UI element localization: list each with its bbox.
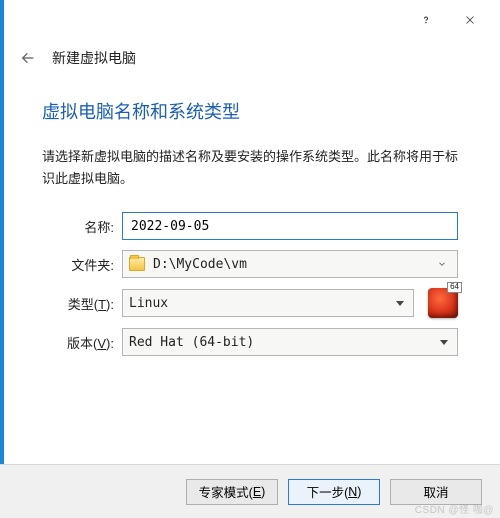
dropdown-triangle-icon bbox=[437, 340, 451, 345]
label-folder: 文件夹: bbox=[42, 255, 114, 274]
row-folder: 文件夹: D:\MyCode\vm bbox=[42, 250, 458, 278]
label-type: 类型(T): bbox=[42, 294, 114, 313]
expert-mode-button[interactable]: 专家模式(E) bbox=[186, 479, 278, 505]
wizard-header: 新建虚拟电脑 bbox=[0, 40, 500, 86]
version-select[interactable]: Red Hat (64-bit) bbox=[122, 328, 458, 356]
type-select[interactable]: Linux bbox=[122, 289, 414, 317]
back-button[interactable] bbox=[20, 50, 36, 66]
folder-icon bbox=[129, 257, 145, 271]
close-icon bbox=[464, 14, 476, 26]
folder-select[interactable]: D:\MyCode\vm bbox=[122, 250, 458, 278]
dropdown-triangle-icon bbox=[393, 301, 407, 306]
os-icon: 64 bbox=[428, 288, 458, 318]
next-button[interactable]: 下一步(N) bbox=[288, 479, 380, 505]
row-name: 名称: bbox=[42, 212, 458, 240]
version-value: Red Hat (64-bit) bbox=[129, 335, 254, 350]
chevron-down-icon bbox=[433, 259, 451, 269]
help-button[interactable] bbox=[404, 5, 448, 35]
close-button[interactable] bbox=[448, 5, 492, 35]
bit-badge: 64 bbox=[447, 282, 462, 293]
name-input[interactable] bbox=[122, 212, 458, 240]
row-version: 版本(V): Red Hat (64-bit) bbox=[42, 328, 458, 356]
section-title: 虚拟电脑名称和系统类型 bbox=[42, 98, 458, 124]
help-icon bbox=[420, 14, 432, 26]
window-left-accent bbox=[0, 0, 4, 518]
wizard-title: 新建虚拟电脑 bbox=[52, 48, 136, 68]
footer: 专家模式(E) 下一步(N) 取消 bbox=[0, 464, 500, 518]
back-arrow-icon bbox=[20, 50, 36, 66]
titlebar bbox=[0, 0, 500, 40]
cancel-button[interactable]: 取消 bbox=[390, 479, 482, 505]
type-value: Linux bbox=[129, 296, 168, 311]
label-version: 版本(V): bbox=[42, 333, 114, 352]
row-type: 类型(T): Linux 64 bbox=[42, 288, 458, 318]
content-area: 虚拟电脑名称和系统类型 请选择新虚拟电脑的描述名称及要安装的操作系统类型。此名称… bbox=[0, 98, 500, 356]
section-description: 请选择新虚拟电脑的描述名称及要安装的操作系统类型。此名称将用于标识此虚拟电脑。 bbox=[42, 146, 458, 190]
label-name: 名称: bbox=[42, 217, 114, 236]
folder-value: D:\MyCode\vm bbox=[153, 257, 247, 272]
